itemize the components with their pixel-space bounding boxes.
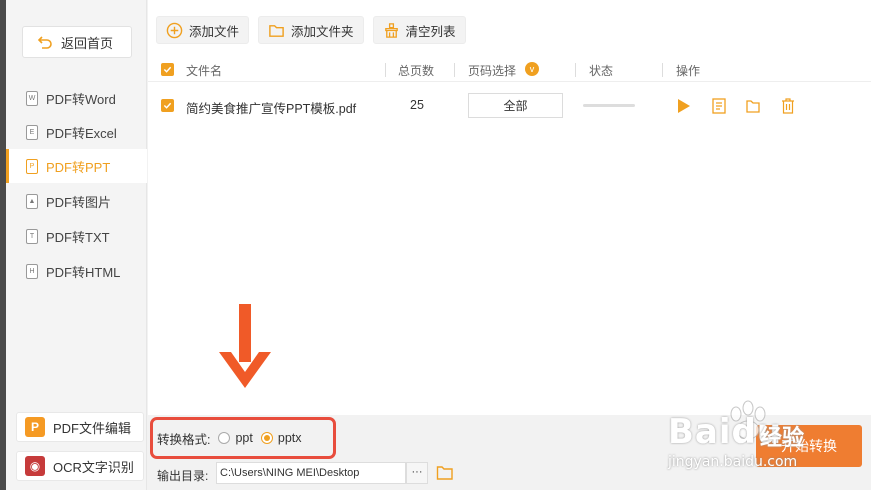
ocr-label: OCR文字识别 xyxy=(53,459,134,475)
sidebar-item-label: PDF转PPT xyxy=(46,159,111,175)
word-file-icon: W xyxy=(26,90,38,106)
check-icon xyxy=(163,66,172,73)
range-dropdown-icon[interactable]: v xyxy=(525,62,539,76)
table-row[interactable]: 简约美食推广宣传PPT模板.pdf 25 全部 xyxy=(148,88,871,124)
output-dir-label: 输出目录: xyxy=(157,469,209,483)
back-arrow-icon xyxy=(37,36,52,49)
down-arrow-annotation-icon xyxy=(219,304,271,388)
trash-icon[interactable] xyxy=(780,97,796,115)
format-option-ppt[interactable]: ppt xyxy=(218,431,253,445)
back-home-button[interactable]: 返回首页 xyxy=(22,26,132,58)
sidebar-item-pdf-to-image[interactable]: ▲ PDF转图片 xyxy=(6,184,147,218)
format-selector: 转换格式: ppt pptx xyxy=(150,417,336,459)
pdf-edit-button[interactable]: P PDF文件编辑 xyxy=(16,412,144,442)
open-folder-icon[interactable] xyxy=(436,464,454,481)
watermark-word: 经验 xyxy=(760,426,805,451)
folder-icon[interactable] xyxy=(745,97,761,115)
format-label: 转换格式: xyxy=(157,432,211,447)
html-file-icon: H xyxy=(26,263,38,279)
select-all-checkbox[interactable] xyxy=(161,63,174,76)
sidebar-item-label: PDF转Word xyxy=(46,91,116,107)
ocr-eye-icon: ◉ xyxy=(25,456,45,476)
sidebar-item-pdf-to-excel[interactable]: E PDF转Excel xyxy=(6,115,147,149)
image-file-icon: ▲ xyxy=(26,193,38,209)
pdf-edit-icon: P xyxy=(25,417,45,437)
sidebar-item-pdf-to-ppt[interactable]: P PDF转PPT xyxy=(6,149,147,183)
clear-list-label: 清空列表 xyxy=(405,24,456,39)
row-checkbox[interactable] xyxy=(161,99,174,112)
add-file-label: 添加文件 xyxy=(189,24,240,39)
sidebar: 返回首页 W PDF转Word E PDF转Excel P PDF转PPT ▲ … xyxy=(6,0,147,490)
row-filename: 简约美食推广宣传PPT模板.pdf xyxy=(186,102,357,116)
output-path-field[interactable]: C:\Users\NING MEI\Desktop xyxy=(216,462,406,484)
header-page-count: 总页数 xyxy=(398,64,435,78)
clear-list-button[interactable]: 清空列表 xyxy=(372,16,466,44)
back-home-label: 返回首页 xyxy=(61,35,114,51)
sidebar-item-label: PDF转TXT xyxy=(46,229,110,245)
sidebar-item-pdf-to-word[interactable]: W PDF转Word xyxy=(6,81,147,115)
header-actions: 操作 xyxy=(676,64,701,78)
browse-button[interactable]: ··· xyxy=(406,462,428,484)
watermark-url: jingyan.baidu.com xyxy=(668,454,798,470)
header-page-range: 页码选择 xyxy=(468,64,517,78)
page-range-selector[interactable]: 全部 xyxy=(468,93,563,118)
status-progress-bar xyxy=(583,104,635,107)
header-status: 状态 xyxy=(589,64,614,78)
sidebar-item-label: PDF转Excel xyxy=(46,125,117,141)
header-divider xyxy=(454,63,455,77)
sidebar-item-pdf-to-txt[interactable]: T PDF转TXT xyxy=(6,219,147,253)
check-icon xyxy=(163,102,172,109)
excel-file-icon: E xyxy=(26,124,38,140)
document-icon[interactable] xyxy=(711,97,727,115)
radio-pptx[interactable] xyxy=(260,432,273,444)
format-option-label: ppt xyxy=(235,431,253,445)
radio-ppt[interactable] xyxy=(218,432,231,444)
table-header: 文件名 总页数 页码选择 v 状态 操作 xyxy=(148,58,871,82)
add-file-button[interactable]: 添加文件 xyxy=(156,16,250,44)
play-icon[interactable] xyxy=(676,97,692,115)
add-circle-icon xyxy=(166,22,183,38)
folder-icon xyxy=(269,24,284,37)
ocr-button[interactable]: ◉ OCR文字识别 xyxy=(16,451,144,481)
add-folder-button[interactable]: 添加文件夹 xyxy=(258,16,364,44)
sidebar-item-pdf-to-html[interactable]: H PDF转HTML xyxy=(6,254,147,288)
sidebar-item-label: PDF转图片 xyxy=(46,194,112,210)
header-filename: 文件名 xyxy=(186,64,223,78)
ppt-file-icon: P xyxy=(26,158,38,174)
broom-icon xyxy=(384,22,398,38)
txt-file-icon: T xyxy=(26,228,38,244)
toolbar: 添加文件 添加文件夹 清空列表 xyxy=(156,16,466,44)
format-option-label: pptx xyxy=(277,431,302,445)
page-range-value: 全部 xyxy=(503,99,528,113)
add-folder-label: 添加文件夹 xyxy=(291,24,354,39)
format-option-pptx[interactable]: pptx xyxy=(260,431,302,445)
sidebar-item-label: PDF转HTML xyxy=(46,264,121,280)
header-divider xyxy=(575,63,576,77)
row-page-count: 25 xyxy=(410,98,424,112)
header-divider xyxy=(662,63,663,77)
header-divider xyxy=(385,63,386,77)
pdf-edit-label: PDF文件编辑 xyxy=(53,420,132,436)
